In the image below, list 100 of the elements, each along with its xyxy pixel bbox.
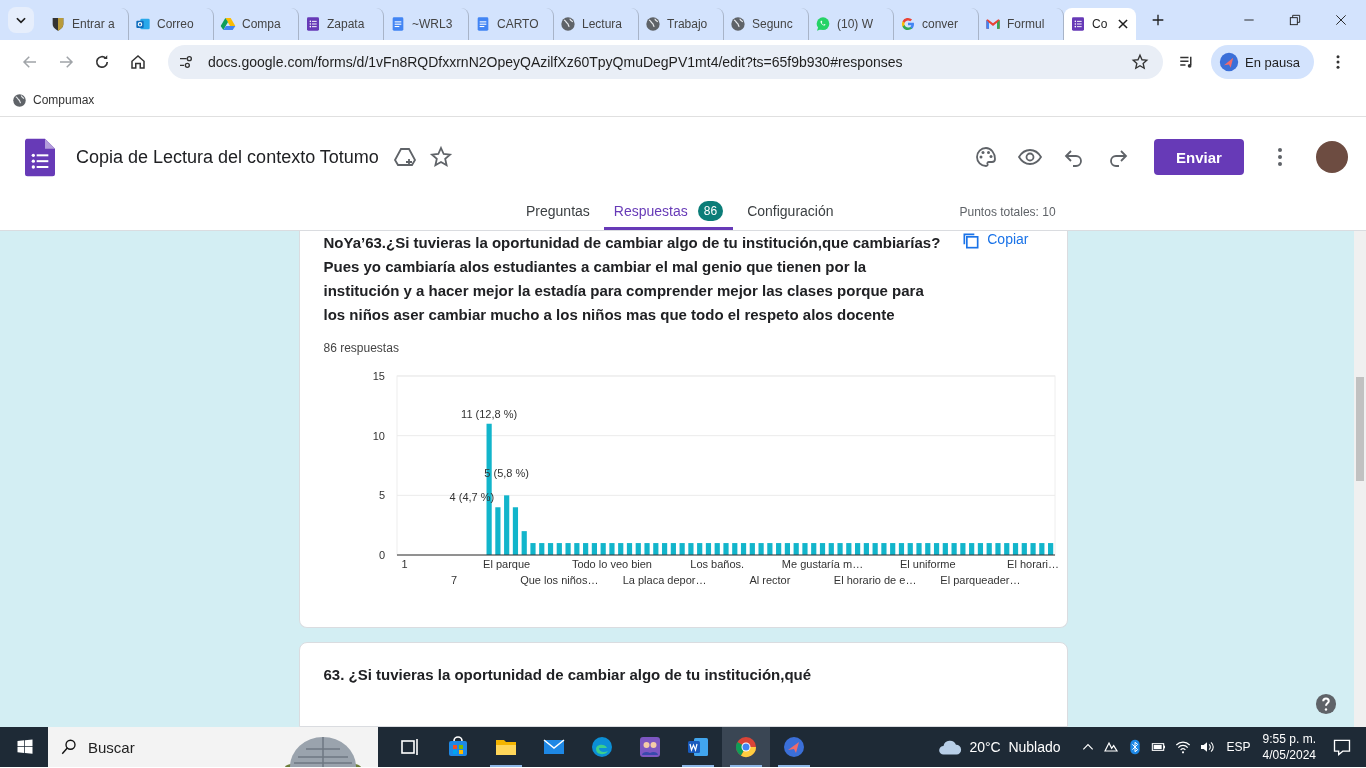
browser-tab[interactable]: Trabajo <box>639 8 724 40</box>
bar[interactable] <box>889 543 895 555</box>
bar[interactable] <box>529 543 536 555</box>
avatar[interactable] <box>1316 141 1348 173</box>
bar[interactable] <box>986 543 992 555</box>
bar[interactable] <box>968 543 974 555</box>
bar[interactable] <box>819 543 825 555</box>
bar[interactable] <box>810 543 816 555</box>
palette-icon[interactable] <box>974 145 998 169</box>
form-tab[interactable]: Configuración <box>737 194 844 230</box>
bar[interactable] <box>635 543 641 555</box>
help-icon[interactable] <box>1315 693 1337 715</box>
bar[interactable] <box>600 543 606 555</box>
bar[interactable] <box>731 543 737 555</box>
bar[interactable] <box>643 543 650 555</box>
taskbar-app-button[interactable] <box>722 727 770 767</box>
bar[interactable] <box>547 543 553 555</box>
speaker-icon[interactable] <box>1198 739 1215 755</box>
close-icon[interactable] <box>1116 17 1130 31</box>
star-icon[interactable] <box>428 145 453 169</box>
browser-tab[interactable]: Lectura <box>554 8 639 40</box>
bar[interactable] <box>740 543 746 555</box>
bar[interactable] <box>959 543 965 555</box>
home-icon[interactable] <box>129 53 147 71</box>
notification-icon[interactable] <box>1332 737 1352 757</box>
tab-search-button[interactable] <box>8 7 34 33</box>
profile-button[interactable]: En pausa <box>1211 45 1314 79</box>
bar[interactable] <box>977 543 983 555</box>
bar[interactable] <box>880 543 886 555</box>
browser-tab[interactable]: Correo <box>129 8 214 40</box>
bar[interactable] <box>714 543 720 555</box>
language-indicator[interactable]: ESP <box>1226 740 1251 754</box>
windows-logo-icon[interactable] <box>16 738 34 756</box>
bar[interactable] <box>679 543 685 555</box>
browser-tab[interactable]: Segunc <box>724 8 809 40</box>
bar[interactable] <box>661 543 667 555</box>
browser-tab[interactable]: Compa <box>214 8 299 40</box>
bar[interactable] <box>924 543 930 555</box>
bar[interactable] <box>854 543 860 555</box>
bar[interactable] <box>784 543 790 555</box>
address-bar[interactable]: docs.google.com/forms/d/1vFn8RQDfxxrnN2OpeyQAzilfXz60TpyQmuDegPV1mt4/edit?ts=65f9b930#responses <box>168 45 1164 79</box>
bar[interactable] <box>1003 543 1009 555</box>
browser-tab[interactable]: Zapata <box>299 8 384 40</box>
bar[interactable] <box>608 543 615 555</box>
bar[interactable] <box>652 543 658 555</box>
bar[interactable] <box>565 543 571 555</box>
taskbar-search-field[interactable]: Buscar <box>48 727 378 767</box>
bar[interactable] <box>942 543 948 555</box>
bar[interactable] <box>573 543 579 555</box>
bar[interactable] <box>907 543 913 555</box>
bar[interactable] <box>582 543 588 555</box>
weather-widget[interactable]: 20°C Nublado <box>937 734 1061 760</box>
bookmark-link[interactable]: Compumax <box>12 92 95 108</box>
bar[interactable] <box>775 543 781 555</box>
form-tab[interactable]: Preguntas <box>516 194 600 230</box>
bar[interactable] <box>1021 543 1027 555</box>
copy-button[interactable]: Copiar <box>961 231 1043 327</box>
browser-tab[interactable]: conver <box>894 8 979 40</box>
bar[interactable] <box>494 507 500 555</box>
bar[interactable] <box>626 543 632 555</box>
send-button[interactable]: Enviar <box>1154 139 1244 175</box>
close-icon[interactable] <box>1334 13 1348 27</box>
scrollbar-thumb[interactable] <box>1356 377 1364 481</box>
bar[interactable] <box>722 543 729 555</box>
bar[interactable] <box>915 543 922 555</box>
bar[interactable] <box>696 543 702 555</box>
plus-icon[interactable] <box>1150 12 1166 28</box>
bar[interactable] <box>538 543 544 555</box>
bar[interactable] <box>591 543 597 555</box>
bar[interactable] <box>705 543 711 555</box>
clock-date[interactable]: 4/05/2024 <box>1262 747 1316 763</box>
drive-add-icon[interactable] <box>392 145 417 169</box>
bar[interactable] <box>836 543 843 555</box>
bar[interactable] <box>872 543 878 555</box>
bar[interactable] <box>898 543 904 555</box>
browser-tab[interactable]: (10) W <box>809 8 894 40</box>
bar[interactable] <box>801 543 808 555</box>
bar[interactable] <box>521 531 527 555</box>
bar[interactable] <box>687 543 693 555</box>
bar[interactable] <box>951 543 957 555</box>
browser-tab[interactable]: Co <box>1064 8 1136 40</box>
bar[interactable] <box>1047 543 1053 555</box>
star-icon[interactable] <box>1131 53 1150 71</box>
bar[interactable] <box>1038 543 1044 555</box>
bar[interactable] <box>828 543 834 555</box>
restore-icon[interactable] <box>1288 13 1302 27</box>
browser-tab[interactable]: ~WRL3 <box>384 8 469 40</box>
site-settings-icon[interactable] <box>178 54 194 70</box>
bar[interactable] <box>758 543 764 555</box>
bar[interactable] <box>766 543 772 555</box>
bar[interactable] <box>749 543 755 555</box>
bar[interactable] <box>845 543 851 555</box>
browser-tab[interactable]: Entrar a <box>44 8 129 40</box>
bar[interactable] <box>933 543 939 555</box>
bar[interactable] <box>863 543 869 555</box>
browser-tab[interactable]: CARTO <box>469 8 554 40</box>
clock-time[interactable]: 9:55 p. m. <box>1262 731 1316 747</box>
reload-icon[interactable] <box>93 53 111 71</box>
bar[interactable] <box>670 543 676 555</box>
bar[interactable] <box>994 543 1001 555</box>
